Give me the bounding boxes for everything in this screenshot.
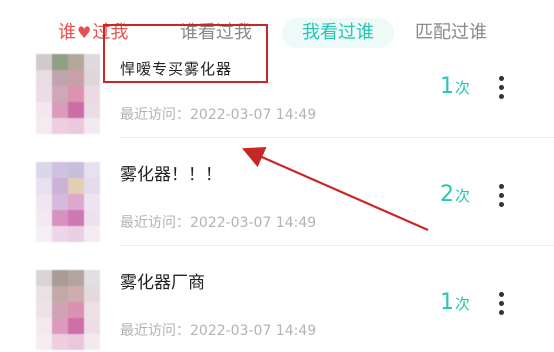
avatar[interactable] [36,270,100,350]
user-name: 雾化器厂商 [120,273,205,293]
more-options-icon[interactable] [497,292,505,320]
visit-count: 1次 [440,290,470,315]
visit-count: 2次 [440,182,470,207]
list-item[interactable]: 悍嗳专买雾化器 最近访问：2022-03-07 14:49 1次 [0,44,554,152]
visit-count-number: 2 [440,182,454,207]
last-visit-time: 最近访问：2022-03-07 14:49 [120,323,317,339]
visit-count-unit: 次 [455,79,471,97]
last-visit-time: 最近访问：2022-03-07 14:49 [120,215,317,231]
annotation-highlight-box [103,24,268,83]
user-name: 雾化器！！！ [120,165,222,185]
visit-count-number: 1 [440,290,454,315]
visit-count: 1次 [440,74,470,99]
list-item[interactable]: 雾化器厂商 最近访问：2022-03-07 14:49 1次 [0,260,554,352]
avatar[interactable] [36,162,100,242]
avatar[interactable] [36,54,100,134]
last-visit-time: 最近访问：2022-03-07 14:49 [120,107,317,123]
more-options-icon[interactable] [497,184,505,212]
more-options-icon[interactable] [497,76,505,104]
list-item[interactable]: 雾化器！！！ 最近访问：2022-03-07 14:49 2次 [0,152,554,260]
tab-label-prefix: 谁 [58,22,76,43]
visit-count-unit: 次 [455,295,471,313]
divider [120,245,554,246]
divider [120,137,554,138]
visit-count-unit: 次 [455,187,471,205]
visit-count-number: 1 [440,74,454,99]
